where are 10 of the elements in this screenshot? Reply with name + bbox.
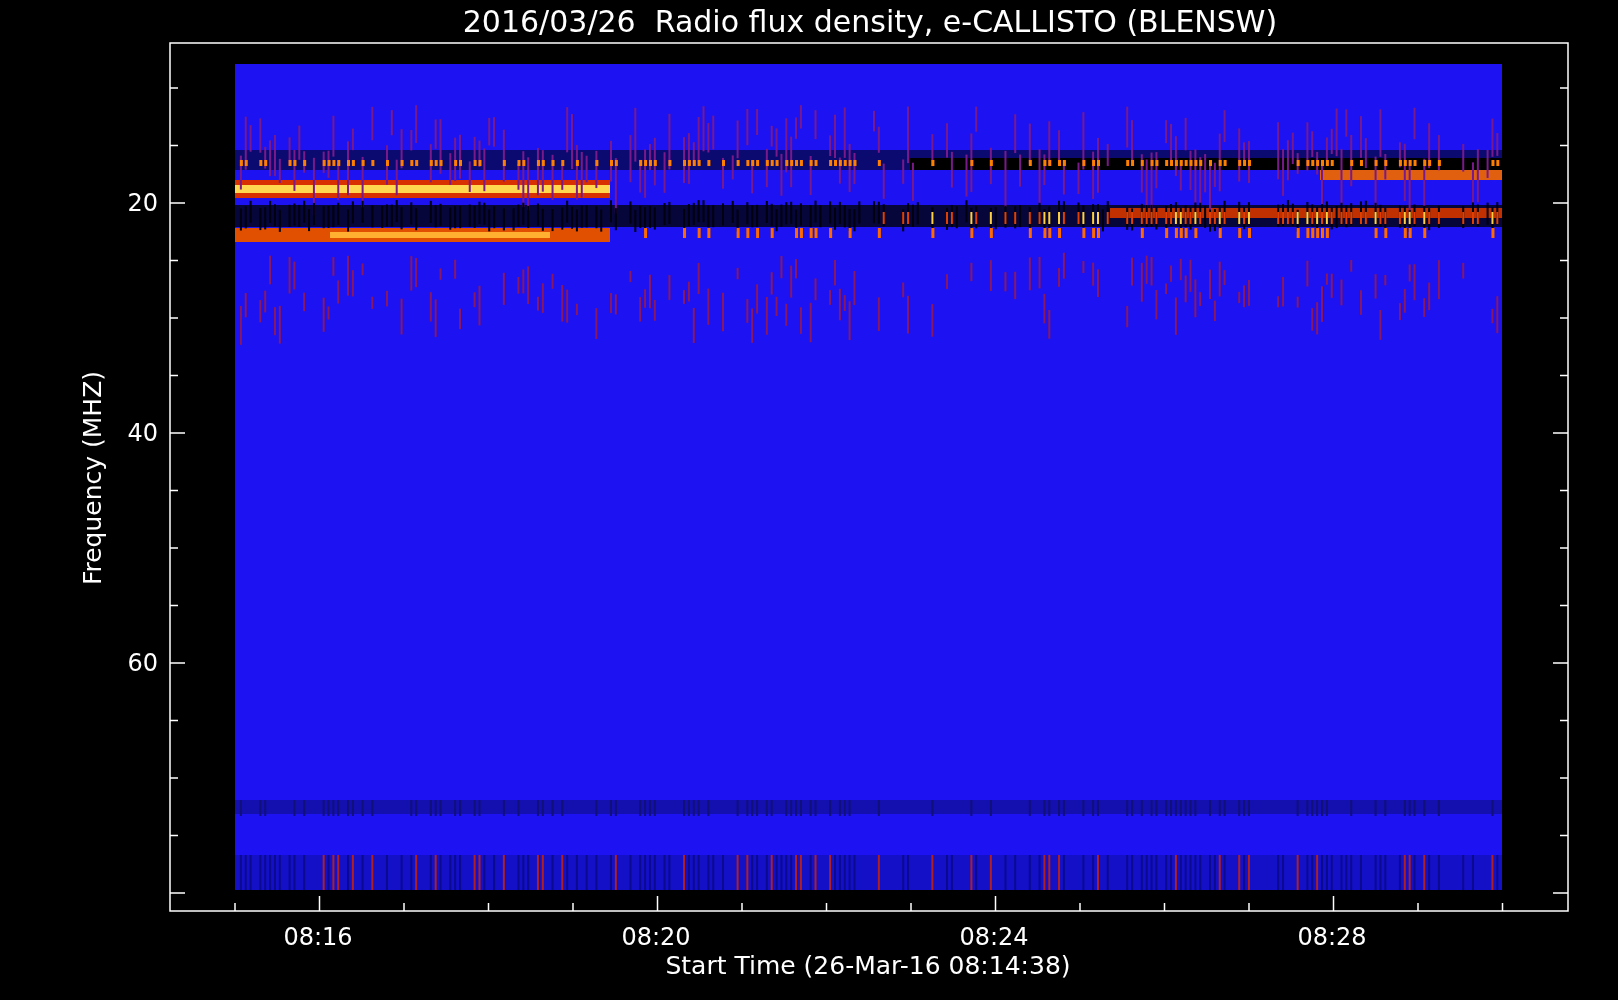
plot-title: 2016/03/26 Radio flux density, e-CALLISTO (BLENSW) <box>462 4 1278 39</box>
y-tick-label: 20 <box>127 189 158 217</box>
x-axis-label: Start Time (26-Mar-16 08:14:38) <box>665 951 1071 980</box>
x-tick-label: 08:16 <box>283 923 353 951</box>
y-axis-label: Frequency (MHZ) <box>78 370 107 586</box>
y-tick-label: 60 <box>127 649 158 677</box>
x-tick-label: 08:20 <box>621 923 691 951</box>
x-tick-label: 08:28 <box>1297 923 1367 951</box>
y-tick-label: 40 <box>127 419 158 447</box>
x-tick-label: 08:24 <box>959 923 1029 951</box>
